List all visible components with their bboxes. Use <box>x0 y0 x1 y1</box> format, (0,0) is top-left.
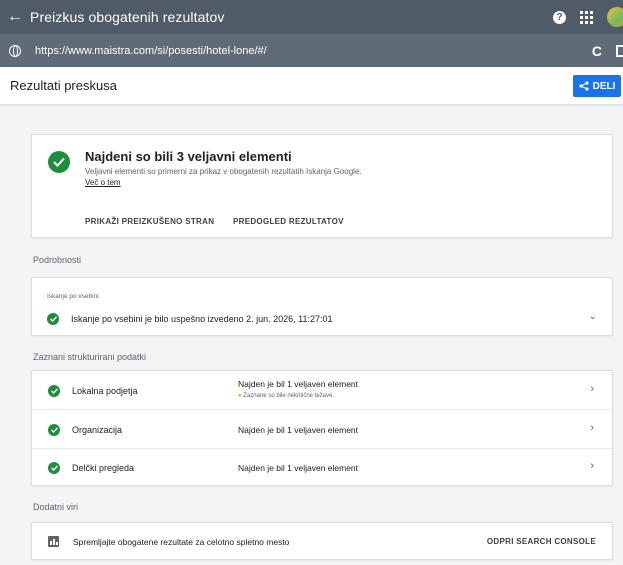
back-arrow-icon[interactable]: ← <box>0 8 30 26</box>
structured-row-organization[interactable]: Organizacija Najden je bil 1 veljaven el… <box>32 409 612 448</box>
details-section-label: Podrobnosti <box>33 255 82 265</box>
warning-text: Zaznane so bile nekritične težave. <box>243 393 335 399</box>
help-icon[interactable]: ? <box>553 10 566 24</box>
bar-chart-icon <box>48 536 59 547</box>
details-card[interactable]: Iskanje po vsebini Iskanje po vsebini je… <box>31 277 613 336</box>
share-label: DELI <box>592 80 616 92</box>
structured-data-card: Lokalna podjetja Najden je bil 1 veljave… <box>31 370 613 486</box>
chevron-right-icon[interactable]: › <box>590 383 594 395</box>
chevron-right-icon[interactable]: › <box>590 422 594 434</box>
check-circle-icon <box>48 424 60 436</box>
crawl-status-text: Iskanje po vsebini je bilo uspešno izved… <box>71 314 333 324</box>
url-bar: https://www.maistra.com/si/posesti/hotel… <box>0 34 623 67</box>
globe-icon <box>9 44 21 57</box>
reload-icon[interactable]: C <box>592 43 602 59</box>
app-title: Preizkus obogatenih rezultatov <box>30 9 225 25</box>
check-circle-icon <box>47 313 59 325</box>
summary-heading: Najdeni so bili 3 veljavni elementi <box>85 149 292 164</box>
check-circle-icon <box>48 385 60 397</box>
app-title-bar: ← Preizkus obogatenih rezultatov ? <box>0 0 623 34</box>
view-tested-page-button[interactable]: PRIKAŽI PREIZKUŠENO STRAN <box>85 217 214 226</box>
check-circle-icon <box>48 151 70 173</box>
row-warning: ● Zaznane so bile nekritične težave. <box>238 393 334 399</box>
resources-section-label: Dodatni viri <box>33 502 79 512</box>
open-search-console-button[interactable]: ODPRI SEARCH CONSOLE <box>487 537 596 546</box>
chevron-down-icon[interactable]: ⌄ <box>589 311 597 322</box>
structured-row-review-snippets[interactable]: Delčki pregleda Najden je bil 1 veljaven… <box>32 448 612 485</box>
row-name: Lokalna podjetja <box>72 386 138 396</box>
tested-url[interactable]: https://www.maistra.com/si/posesti/hotel… <box>35 45 267 57</box>
page-title: Rezultati preskusa <box>10 78 117 93</box>
row-status: Najden je bil 1 veljaven element <box>238 379 359 389</box>
row-name: Delčki pregleda <box>72 463 135 473</box>
warning-dot-icon: ● <box>238 393 242 399</box>
share-button[interactable]: DELI <box>573 75 621 97</box>
learn-more-link[interactable]: Več o tem <box>85 178 121 187</box>
structured-row-local-business[interactable]: Lokalna podjetja Najden je bil 1 veljave… <box>32 371 612 409</box>
summary-card: Najdeni so bili 3 veljavni elementi Velj… <box>31 134 613 238</box>
preview-results-button[interactable]: PREDOGLED REZULTATOV <box>233 217 344 226</box>
crawl-label: Iskanje po vsebini <box>47 293 99 300</box>
url-bar-actions: C <box>592 34 623 67</box>
resources-card: Spremljajte obogatene rezultate za celot… <box>31 522 613 560</box>
resources-text: Spremljajte obogatene rezultate za celot… <box>73 537 290 547</box>
summary-description: Veljavni elementi so primerni za prikaz … <box>85 167 362 176</box>
chevron-right-icon[interactable]: › <box>590 460 594 472</box>
apps-grid-icon[interactable] <box>580 10 593 24</box>
results-header: Rezultati preskusa DELI <box>0 67 623 105</box>
check-circle-icon <box>48 462 60 474</box>
structured-section-label: Zaznani strukturirani podatki <box>33 352 147 362</box>
row-status: Najden je bil 1 veljaven element <box>238 463 359 473</box>
avatar[interactable] <box>607 7 623 27</box>
row-name: Organizacija <box>72 425 123 435</box>
square-icon[interactable] <box>616 44 623 57</box>
row-status: Najden je bil 1 veljaven element <box>238 425 359 435</box>
share-icon <box>579 81 589 91</box>
top-bar-actions: ? <box>553 0 623 34</box>
